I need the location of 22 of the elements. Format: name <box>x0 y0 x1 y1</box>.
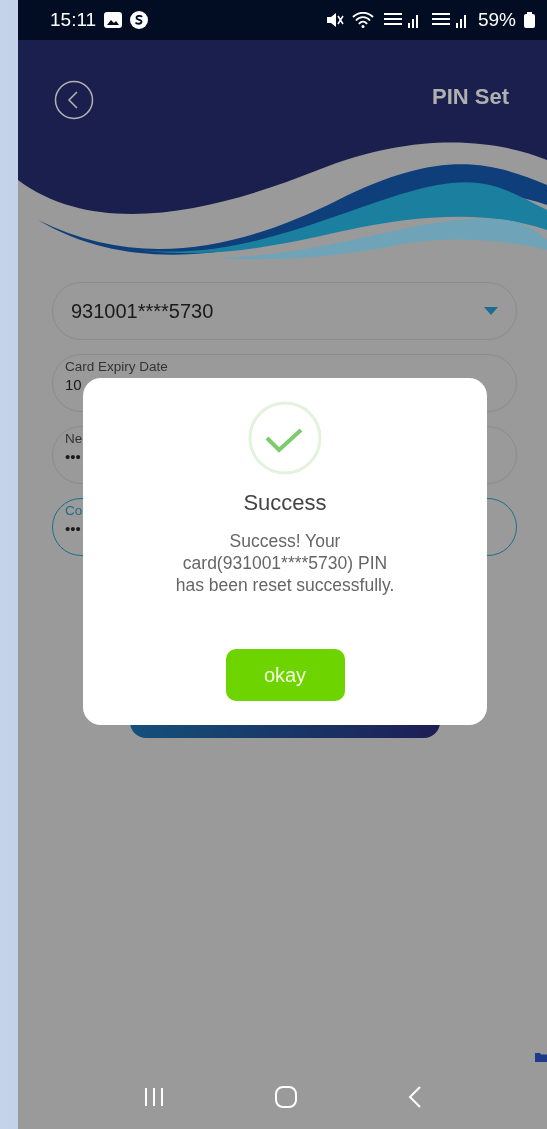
dialog-message: Success! Your card(931001****5730) PIN has been reset successfully. <box>175 531 395 597</box>
home-icon[interactable] <box>273 1085 298 1109</box>
gallery-icon <box>104 12 123 28</box>
mute-icon <box>325 12 344 28</box>
clock-time: 15:11 <box>50 7 97 32</box>
field-label: Card Expiry Date <box>65 360 168 375</box>
field-label: Ne <box>65 432 83 447</box>
recent-apps-icon[interactable] <box>142 1086 165 1108</box>
battery-level: 59% <box>477 7 516 32</box>
screen-title: PIN Set <box>431 83 509 111</box>
wifi-icon <box>351 12 374 28</box>
folder-icon[interactable] <box>535 1052 547 1062</box>
field-value: ••• <box>65 449 81 466</box>
battery-icon <box>524 12 535 28</box>
checkmark-icon <box>247 400 323 476</box>
field-value: ••• <box>65 521 81 538</box>
dialog-title: Success <box>243 489 327 517</box>
app-icon <box>130 11 149 29</box>
back-icon[interactable] <box>54 80 94 120</box>
field-label: Co <box>65 504 83 519</box>
caret-icon <box>484 307 498 315</box>
field-value: 10 <box>65 377 82 394</box>
